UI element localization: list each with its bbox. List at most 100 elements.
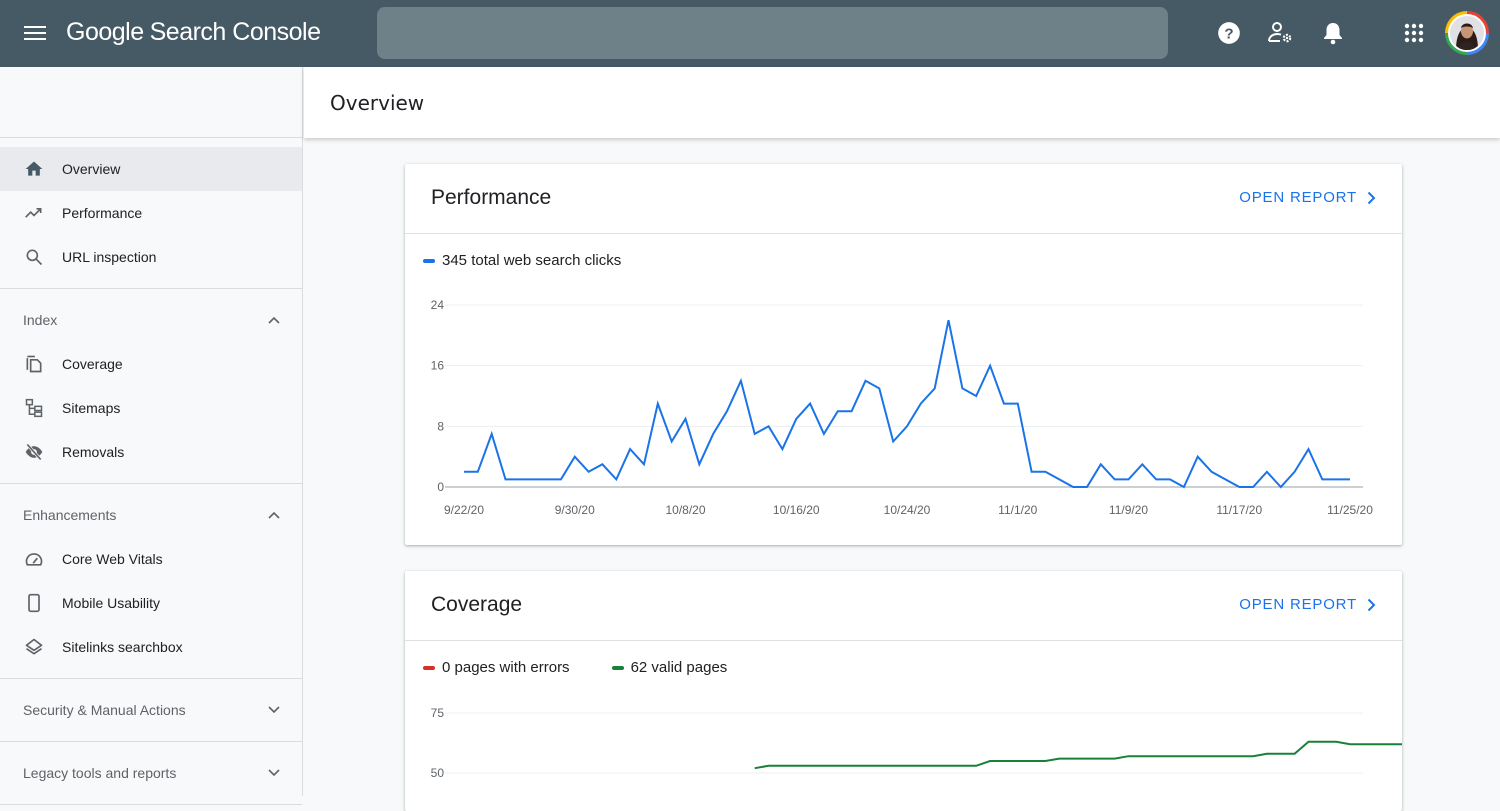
- layers-icon: [23, 636, 45, 658]
- admin-settings-icon: [1267, 20, 1295, 46]
- page-title: Overview: [330, 91, 424, 115]
- main-menu-button[interactable]: [22, 22, 48, 44]
- notifications-button[interactable]: [1318, 18, 1348, 48]
- notifications-icon: [1321, 20, 1345, 46]
- avatar-photo: [1448, 14, 1486, 52]
- x-tick-label: 9/30/20: [555, 503, 595, 517]
- smartphone-icon: [23, 592, 45, 614]
- svg-text:?: ?: [1224, 25, 1233, 42]
- section-toggle-index[interactable]: Index: [0, 298, 302, 342]
- section-toggle-enhancements[interactable]: Enhancements: [0, 493, 302, 537]
- sidebar-item-label: Performance: [62, 205, 142, 221]
- y-tick-label: 24: [431, 298, 445, 312]
- sidebar-item-label: Sitelinks searchbox: [62, 639, 183, 655]
- chevron-up-icon: [268, 511, 280, 519]
- y-tick-label: 0: [437, 480, 444, 494]
- help-icon: ?: [1216, 20, 1242, 46]
- chevron-right-icon: [1367, 598, 1376, 612]
- logo-product-name: Search Console: [150, 18, 321, 46]
- section-toggle-legacy-tools[interactable]: Legacy tools and reports: [0, 751, 302, 795]
- card-header: Coverage OPEN REPORT: [405, 571, 1402, 641]
- open-report-label: OPEN REPORT: [1239, 596, 1357, 613]
- property-selector-area: [0, 67, 302, 138]
- sidebar-item-label: Removals: [62, 444, 124, 460]
- chevron-down-icon: [268, 706, 280, 714]
- search-input[interactable]: [377, 7, 1168, 59]
- sidebar-item-label: Mobile Usability: [62, 595, 160, 611]
- x-tick-label: 10/24/20: [884, 503, 931, 517]
- help-button[interactable]: ?: [1214, 18, 1244, 48]
- sidebar-section-security: Security & Manual Actions: [0, 679, 302, 742]
- section-label: Index: [23, 312, 57, 328]
- performance-card: Performance OPEN REPORT 345 total web se…: [405, 164, 1402, 545]
- home-icon: [23, 158, 45, 180]
- sidebar-section-index: Index Coverage Sitemaps Removals: [0, 289, 302, 484]
- apps-grid-icon: [1404, 23, 1424, 43]
- open-coverage-report-button[interactable]: OPEN REPORT: [1239, 596, 1376, 613]
- menu-icon-bar: [24, 38, 46, 40]
- x-tick-label: 11/25/20: [1327, 503, 1373, 517]
- card-header: Performance OPEN REPORT: [405, 164, 1402, 234]
- coverage-line-chart: 5075: [405, 641, 1402, 811]
- y-tick-label: 16: [431, 359, 445, 373]
- chevron-up-icon: [268, 316, 280, 324]
- sidebar-item-label: Coverage: [62, 356, 123, 372]
- section-label: Legacy tools and reports: [23, 765, 176, 781]
- admin-settings-button[interactable]: [1266, 18, 1296, 48]
- menu-icon-bar: [24, 32, 46, 34]
- chevron-right-icon: [1367, 191, 1376, 205]
- x-tick-label: 9/22/20: [444, 503, 484, 517]
- sidebar-section-enhancements: Enhancements Core Web Vitals Mobile Usab…: [0, 484, 302, 679]
- google-apps-button[interactable]: [1399, 18, 1429, 48]
- sitemap-icon: [23, 397, 45, 419]
- coverage-icon: [23, 353, 45, 375]
- account-avatar[interactable]: [1445, 11, 1489, 55]
- sidebar-item-label: URL inspection: [62, 249, 156, 265]
- open-performance-report-button[interactable]: OPEN REPORT: [1239, 189, 1376, 206]
- sidebar-item-label: Core Web Vitals: [62, 551, 163, 567]
- x-tick-label: 10/16/20: [773, 503, 820, 517]
- performance-chart-area: 345 total web search clicks 0816249/22/2…: [405, 234, 1402, 545]
- clicks-series-line: [464, 320, 1350, 487]
- search-icon: [23, 246, 45, 268]
- section-label: Enhancements: [23, 507, 116, 523]
- section-toggle-security-manual-actions[interactable]: Security & Manual Actions: [0, 688, 302, 732]
- open-report-label: OPEN REPORT: [1239, 189, 1357, 206]
- visibility-off-icon: [23, 441, 45, 463]
- performance-line-chart: 0 8 16 24 9/22/20 9/30/20 10/8/20 10/16/20 10/24…: [405, 234, 1402, 545]
- valid-pages-series-line: [755, 742, 1402, 768]
- sidebar-item-overview[interactable]: Overview: [0, 147, 302, 191]
- sidebar-item-sitemaps[interactable]: Sitemaps: [0, 386, 302, 430]
- sidebar-item-mobile-usability[interactable]: Mobile Usability: [0, 581, 302, 625]
- product-logo[interactable]: GoogleSearch Console: [66, 18, 321, 47]
- x-tick-label: 11/17/20: [1216, 503, 1262, 517]
- sidebar-item-removals[interactable]: Removals: [0, 430, 302, 474]
- user-portrait-icon: [1450, 16, 1484, 50]
- menu-icon-bar: [24, 26, 46, 28]
- top-app-bar: GoogleSearch Console ?: [0, 0, 1500, 67]
- x-tick-label: 10/8/20: [665, 503, 705, 517]
- coverage-card: Coverage OPEN REPORT 0 pages with errors…: [405, 571, 1402, 811]
- speedometer-icon: [23, 548, 45, 570]
- trending-up-icon: [23, 202, 45, 224]
- sidebar-item-label: Overview: [62, 161, 120, 177]
- sidebar-item-url-inspection[interactable]: URL inspection: [0, 235, 302, 279]
- sidebar-item-core-web-vitals[interactable]: Core Web Vitals: [0, 537, 302, 581]
- logo-google: Google: [66, 18, 144, 46]
- sidebar-item-coverage[interactable]: Coverage: [0, 342, 302, 386]
- page-header: Overview: [304, 67, 1500, 138]
- sidebar-nav: Overview Performance URL inspection Inde…: [0, 67, 303, 796]
- x-tick-label: 11/9/20: [1109, 503, 1148, 517]
- card-title: Performance: [431, 186, 551, 210]
- coverage-chart-area: 0 pages with errors 62 valid pages 5075: [405, 641, 1402, 811]
- sidebar-item-sitelinks-searchbox[interactable]: Sitelinks searchbox: [0, 625, 302, 669]
- y-tick-label: 50: [431, 766, 445, 780]
- sidebar-item-label: Sitemaps: [62, 400, 120, 416]
- section-label: Security & Manual Actions: [23, 702, 186, 718]
- y-tick-label: 8: [437, 419, 444, 433]
- sidebar-top-group: Overview Performance URL inspection: [0, 138, 302, 289]
- x-tick-label: 11/1/20: [998, 503, 1037, 517]
- sidebar-item-performance[interactable]: Performance: [0, 191, 302, 235]
- card-title: Coverage: [431, 593, 522, 617]
- chevron-down-icon: [268, 769, 280, 777]
